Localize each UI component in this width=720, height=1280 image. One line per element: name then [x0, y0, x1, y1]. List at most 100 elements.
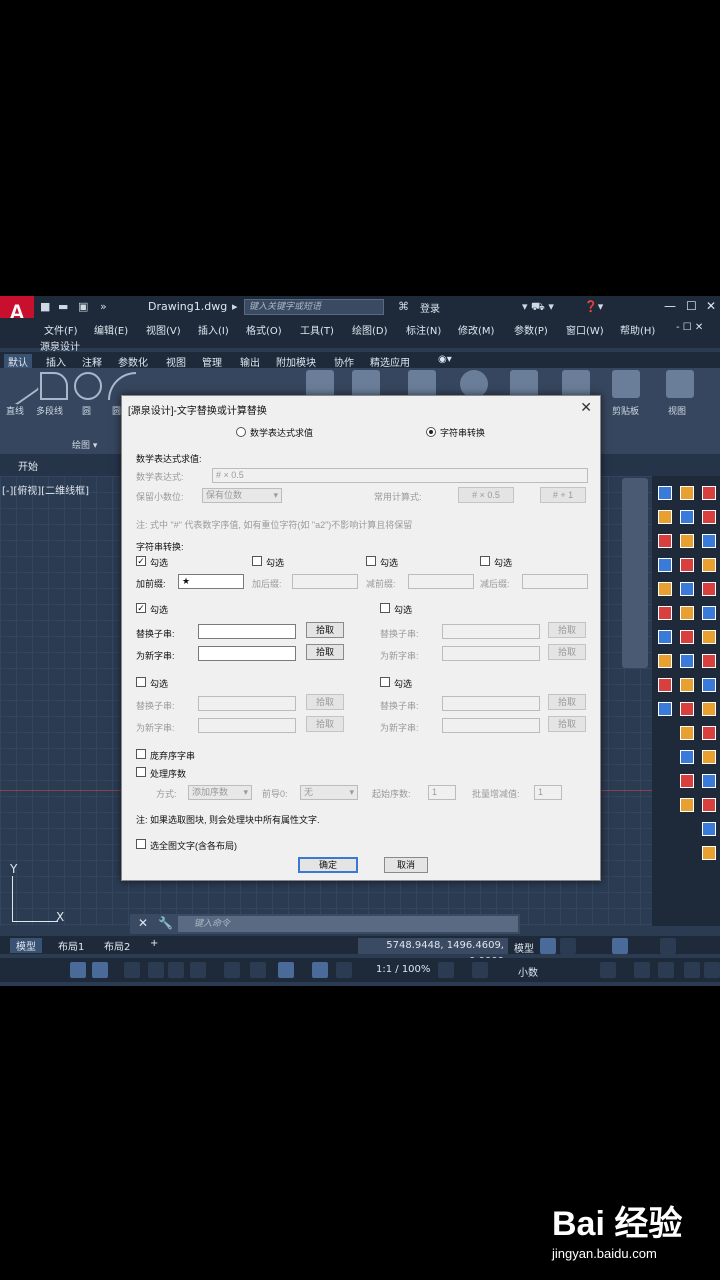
palette-tool-icon[interactable]	[680, 726, 694, 740]
palette-tool-icon[interactable]	[658, 702, 672, 716]
polar-icon[interactable]	[660, 938, 676, 954]
tab-default[interactable]: 默认	[4, 354, 32, 369]
cancel-button[interactable]: 取消	[384, 857, 428, 873]
open-file-icon[interactable]: ▬	[58, 300, 68, 313]
tab-view[interactable]: 视图	[166, 354, 186, 369]
help-icon[interactable]: ❓▾	[584, 300, 603, 313]
fullscreen-icon[interactable]	[684, 962, 700, 978]
palette-tool-icon[interactable]	[680, 654, 694, 668]
method-select[interactable]: 添加序数	[188, 785, 252, 800]
ortho-icon[interactable]	[612, 938, 628, 954]
palette-tool-icon[interactable]	[680, 582, 694, 596]
polyline-tool-icon[interactable]	[40, 372, 68, 400]
quick-properties-icon[interactable]	[600, 962, 616, 978]
replace4-pick-button[interactable]: 拾取	[548, 694, 586, 710]
string-mode-radio[interactable]	[426, 427, 436, 437]
replace2-checkbox[interactable]	[380, 603, 390, 613]
palette-tool-icon[interactable]	[702, 486, 716, 500]
tab-addins[interactable]: 附加模块	[276, 354, 316, 369]
select-all-checkbox[interactable]	[136, 839, 146, 849]
menu-file[interactable]: 文件(F)	[44, 322, 78, 337]
del-prefix-checkbox[interactable]	[366, 556, 376, 566]
leading-zero-select[interactable]: 无	[300, 785, 358, 800]
text-tool-icon[interactable]	[306, 370, 334, 398]
selection-cycling-icon[interactable]	[168, 962, 184, 978]
menu-parametric[interactable]: 参数(P)	[514, 322, 548, 337]
prefix-input[interactable]: ★	[178, 574, 244, 589]
palette-tool-icon[interactable]	[702, 750, 716, 764]
annotation-scale[interactable]: 1:1 / 100%	[376, 964, 430, 975]
new-file-icon[interactable]: ■	[40, 300, 50, 313]
palette-tool-icon[interactable]	[702, 846, 716, 860]
dialog-close-icon[interactable]: ✕	[580, 399, 592, 416]
palette-tool-icon[interactable]	[702, 606, 716, 620]
palette-tool-icon[interactable]	[680, 678, 694, 692]
command-input[interactable]: 键入命令	[178, 916, 518, 932]
math-mode-radio[interactable]	[236, 427, 246, 437]
cart-icon[interactable]: ▾ ⛟ ▾	[522, 300, 554, 315]
tab-parametric[interactable]: 参数化	[118, 354, 148, 369]
save-icon[interactable]: ▣	[78, 300, 88, 313]
palette-tool-icon[interactable]	[680, 702, 694, 716]
groups-tool-icon[interactable]	[510, 370, 538, 398]
navigation-bar[interactable]	[622, 478, 648, 668]
replace1-checkbox[interactable]: ✓	[136, 603, 146, 613]
replace3-new-pick-button[interactable]: 拾取	[306, 716, 344, 732]
view-panel-icon[interactable]	[666, 370, 694, 398]
palette-tool-icon[interactable]	[658, 534, 672, 548]
clipboard-icon[interactable]	[612, 370, 640, 398]
ribbon-toggle-icon[interactable]: ◉▾	[438, 354, 452, 365]
palette-tool-icon[interactable]	[702, 822, 716, 836]
model-space-toggle[interactable]: 模型	[514, 940, 534, 955]
palette-tool-icon[interactable]	[702, 582, 716, 596]
palette-tool-icon[interactable]	[680, 630, 694, 644]
palette-tool-icon[interactable]	[702, 534, 716, 548]
palette-tool-icon[interactable]	[702, 654, 716, 668]
palette-tool-icon[interactable]	[702, 774, 716, 788]
replace4-new-pick-button[interactable]: 拾取	[548, 716, 586, 732]
replace3-pick-button[interactable]: 拾取	[306, 694, 344, 710]
sequence-checkbox[interactable]	[136, 767, 146, 777]
formula-half-button[interactable]: # × 0.5	[458, 487, 514, 503]
replace1-sub-input[interactable]	[198, 624, 296, 639]
replace4-new-input[interactable]	[442, 718, 540, 733]
tab-model[interactable]: 模型	[10, 938, 42, 953]
lock-ui-icon[interactable]	[634, 962, 650, 978]
dynamic-ucs-icon[interactable]	[224, 962, 240, 978]
palette-tool-icon[interactable]	[680, 798, 694, 812]
workspace-gear-icon[interactable]	[438, 962, 454, 978]
palette-tool-icon[interactable]	[680, 534, 694, 548]
replace2-sub-input[interactable]	[442, 624, 540, 639]
palette-tool-icon[interactable]	[702, 630, 716, 644]
replace2-new-pick-button[interactable]: 拾取	[548, 644, 586, 660]
menu-tools[interactable]: 工具(T)	[300, 322, 334, 337]
tab-featured-apps[interactable]: 精选应用	[370, 354, 410, 369]
replace3-sub-input[interactable]	[198, 696, 296, 711]
maximize-button[interactable]: ☐	[686, 299, 697, 313]
more-quick-access-icon[interactable]: »	[100, 300, 107, 313]
palette-tool-icon[interactable]	[658, 510, 672, 524]
palette-tool-icon[interactable]	[702, 798, 716, 812]
keyword-search-input[interactable]: 键入关键字或短语	[244, 299, 384, 315]
menu-view[interactable]: 视图(V)	[146, 322, 181, 337]
viewport-label[interactable]: [-][俯视][二维线框]	[2, 482, 89, 497]
palette-tool-icon[interactable]	[658, 606, 672, 620]
menu-edit[interactable]: 编辑(E)	[94, 322, 128, 337]
replace1-new-input[interactable]	[198, 646, 296, 661]
tab-output[interactable]: 输出	[240, 354, 260, 369]
block-tool-icon[interactable]	[408, 370, 436, 398]
tab-collaborate[interactable]: 协作	[334, 354, 354, 369]
login-link[interactable]: 登录	[420, 300, 440, 315]
3d-osnap-icon[interactable]	[190, 962, 206, 978]
decimals-select[interactable]: 保有位数	[202, 488, 282, 503]
snap-icon[interactable]	[560, 938, 576, 954]
menu-draw[interactable]: 绘图(D)	[352, 322, 388, 337]
expand-arrow-icon[interactable]: ▸	[232, 300, 238, 313]
replace4-checkbox[interactable]	[380, 677, 390, 687]
palette-tool-icon[interactable]	[658, 654, 672, 668]
replace1-pick-button[interactable]: 拾取	[306, 622, 344, 638]
units-selector[interactable]: 小数	[518, 964, 538, 979]
properties-tool-icon[interactable]	[460, 370, 488, 398]
palette-tool-icon[interactable]	[658, 582, 672, 596]
isolate-objects-icon[interactable]	[658, 962, 674, 978]
